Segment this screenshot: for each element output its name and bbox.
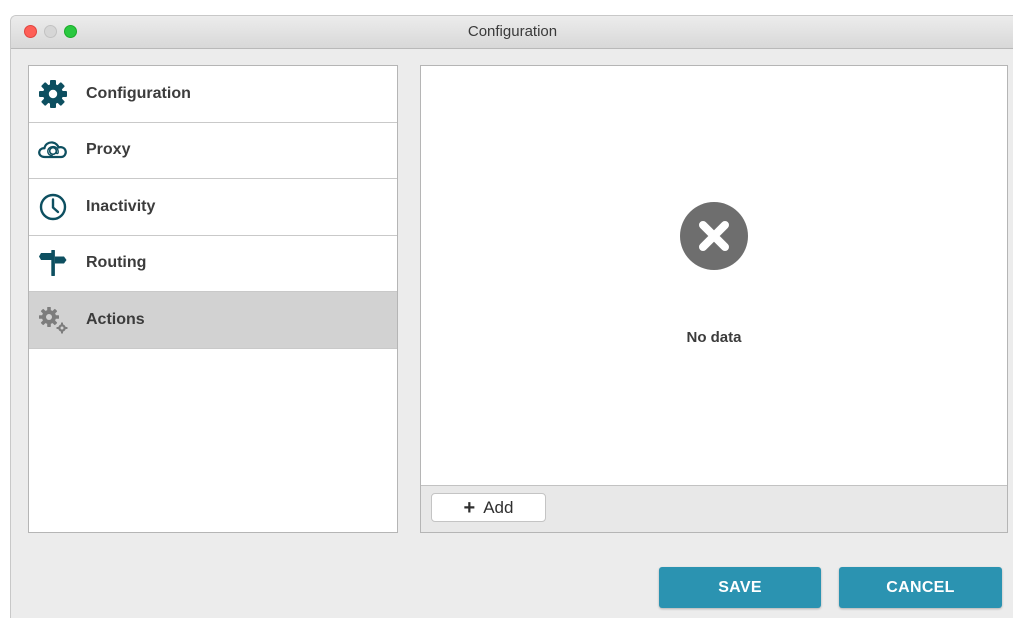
sidebar-item-actions[interactable]: Actions	[29, 292, 397, 349]
error-x-icon	[679, 201, 749, 271]
panel-toolbar: + Add	[421, 485, 1007, 532]
sidebar-item-label: Inactivity	[86, 197, 156, 215]
gear-icon	[36, 77, 70, 111]
sidebar: Configuration Proxy Inactivity Routing A…	[28, 65, 398, 533]
cloud-at-icon	[36, 133, 70, 167]
sidebar-item-label: Actions	[86, 310, 145, 328]
sidebar-item-label: Proxy	[86, 141, 131, 159]
gears-icon	[36, 303, 70, 337]
signpost-icon	[36, 246, 70, 280]
sidebar-item-proxy[interactable]: Proxy	[29, 123, 397, 179]
sidebar-item-label: Configuration	[86, 84, 191, 102]
sidebar-item-routing[interactable]: Routing	[29, 236, 397, 292]
configuration-window: Configuration Configuration Proxy Inacti…	[10, 15, 1013, 618]
add-button[interactable]: + Add	[431, 493, 546, 522]
sidebar-item-configuration[interactable]: Configuration	[29, 66, 397, 123]
clock-icon	[36, 190, 70, 224]
save-button[interactable]: SAVE	[659, 567, 821, 608]
window-title: Configuration	[467, 23, 558, 40]
sidebar-item-inactivity[interactable]: Inactivity	[29, 179, 397, 236]
actions-panel: No data + Add	[420, 65, 1008, 533]
cancel-button[interactable]: CANCEL	[839, 567, 1002, 608]
add-button-label: Add	[483, 497, 514, 517]
plus-icon: +	[463, 496, 476, 519]
empty-state: No data	[421, 201, 1007, 346]
title-bar: Configuration	[11, 16, 1013, 49]
sidebar-item-label: Routing	[86, 254, 147, 272]
empty-state-message: No data	[686, 329, 742, 346]
